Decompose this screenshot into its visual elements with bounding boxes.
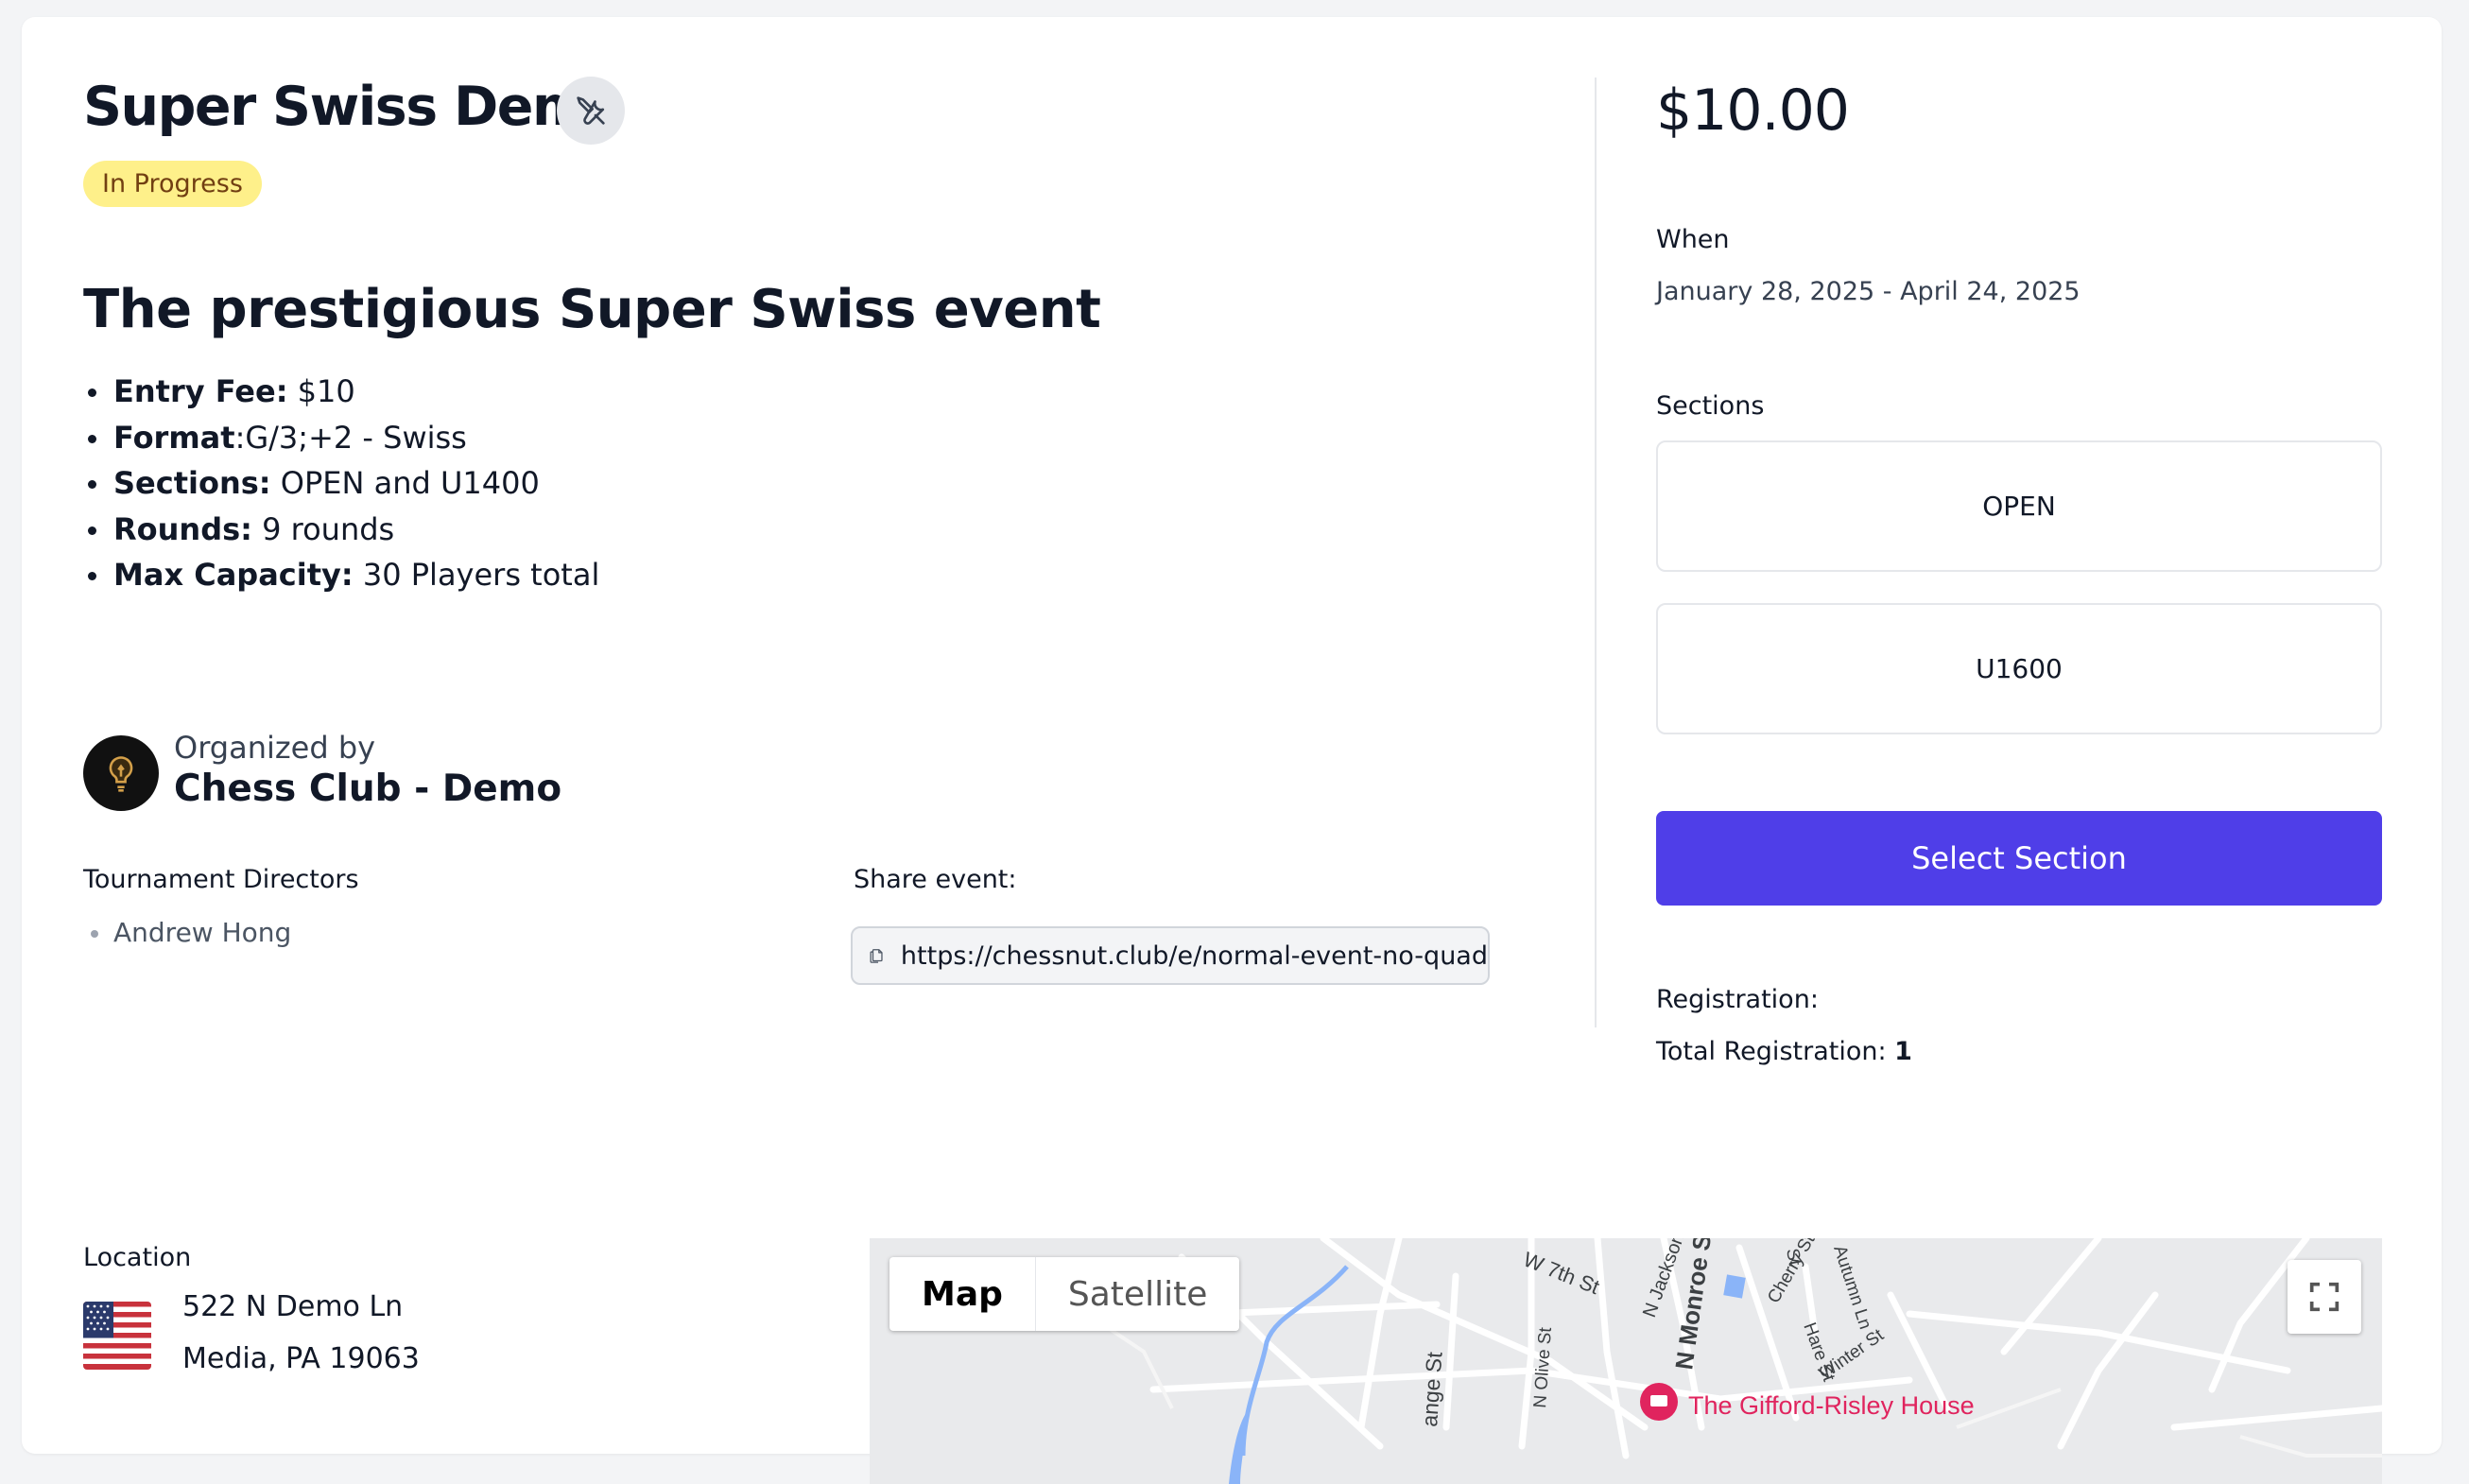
detail-value: 30 Players total xyxy=(353,557,600,593)
share-url: https://chessnut.club/e/normal-event-no-… xyxy=(900,940,1488,971)
total-registration: Total Registration: 1 xyxy=(1656,1037,1912,1066)
detail-label: Entry Fee: xyxy=(113,373,288,409)
map-label-autumn: Autumn Ln xyxy=(1829,1243,1874,1332)
address-line2: Media, PA 19063 xyxy=(182,1342,420,1375)
organized-by-label: Organized by xyxy=(174,730,376,766)
when-label: When xyxy=(1656,225,1730,254)
share-label: Share event: xyxy=(854,865,1017,894)
detail-entry-fee: Entry Fee: $10 xyxy=(83,369,599,415)
fullscreen-icon xyxy=(2309,1282,2340,1312)
detail-value: 9 rounds xyxy=(251,510,395,547)
map-label-orange: ange St xyxy=(1417,1351,1447,1428)
lightbulb-logo-icon xyxy=(109,756,133,792)
share-url-copy[interactable]: https://chessnut.club/e/normal-event-no-… xyxy=(851,926,1490,985)
section-option-label: U1600 xyxy=(1976,653,2063,684)
tools-icon xyxy=(577,96,605,125)
detail-max-capacity: Max Capacity: 30 Players total xyxy=(83,552,599,598)
map-type-toggle: Map Satellite xyxy=(889,1257,1240,1331)
status-badge: In Progress xyxy=(83,161,262,207)
select-section-button[interactable]: Select Section xyxy=(1656,811,2382,906)
detail-value: OPEN and U1400 xyxy=(270,465,540,501)
section-option-label: OPEN xyxy=(1982,491,2056,522)
directors-label: Tournament Directors xyxy=(83,865,359,894)
organizer-avatar[interactable] xyxy=(83,735,159,811)
map-poi-label[interactable]: The Gifford-Risley House xyxy=(1688,1391,1975,1420)
sections-label: Sections xyxy=(1656,391,1765,421)
copy-icon xyxy=(870,949,883,963)
detail-sections: Sections: OPEN and U1400 xyxy=(83,460,599,507)
event-headline: The prestigious Super Swiss event xyxy=(83,279,1101,340)
detail-label: Rounds: xyxy=(113,510,252,547)
column-divider xyxy=(1595,78,1597,1027)
detail-label: Max Capacity: xyxy=(113,557,354,593)
registration-label: Registration: xyxy=(1656,985,1819,1014)
detail-value: $10 xyxy=(287,373,355,409)
us-flag-icon xyxy=(83,1302,151,1370)
when-value: January 28, 2025 - April 24, 2025 xyxy=(1656,277,2081,306)
detail-label: Format xyxy=(113,419,235,456)
detail-value: :G/3;+2 - Swiss xyxy=(234,419,467,456)
detail-format: Format:G/3;+2 - Swiss xyxy=(83,415,599,461)
address-line1: 522 N Demo Ln xyxy=(182,1290,404,1323)
manage-event-button[interactable] xyxy=(557,77,625,145)
section-option-u1600[interactable]: U1600 xyxy=(1656,603,2382,734)
detail-rounds: Rounds: 9 rounds xyxy=(83,507,599,553)
price: $10.00 xyxy=(1656,78,1850,144)
total-registration-label: Total Registration: xyxy=(1656,1037,1887,1066)
map-fullscreen-button[interactable] xyxy=(2288,1260,2361,1334)
event-details-list: Entry Fee: $10 Format:G/3;+2 - Swiss Sec… xyxy=(83,369,599,598)
detail-label: Sections: xyxy=(113,465,271,501)
map-tab-satellite[interactable]: Satellite xyxy=(1036,1257,1239,1331)
total-registration-value: 1 xyxy=(1894,1037,1912,1066)
director-item: Andrew Hong xyxy=(91,917,291,948)
section-option-open[interactable]: OPEN xyxy=(1656,440,2382,572)
event-title: Super Swiss Demo xyxy=(83,76,624,138)
map-tab-map[interactable]: Map xyxy=(889,1257,1036,1331)
organizer-name[interactable]: Chess Club - Demo xyxy=(174,768,561,810)
location-label: Location xyxy=(83,1243,192,1272)
